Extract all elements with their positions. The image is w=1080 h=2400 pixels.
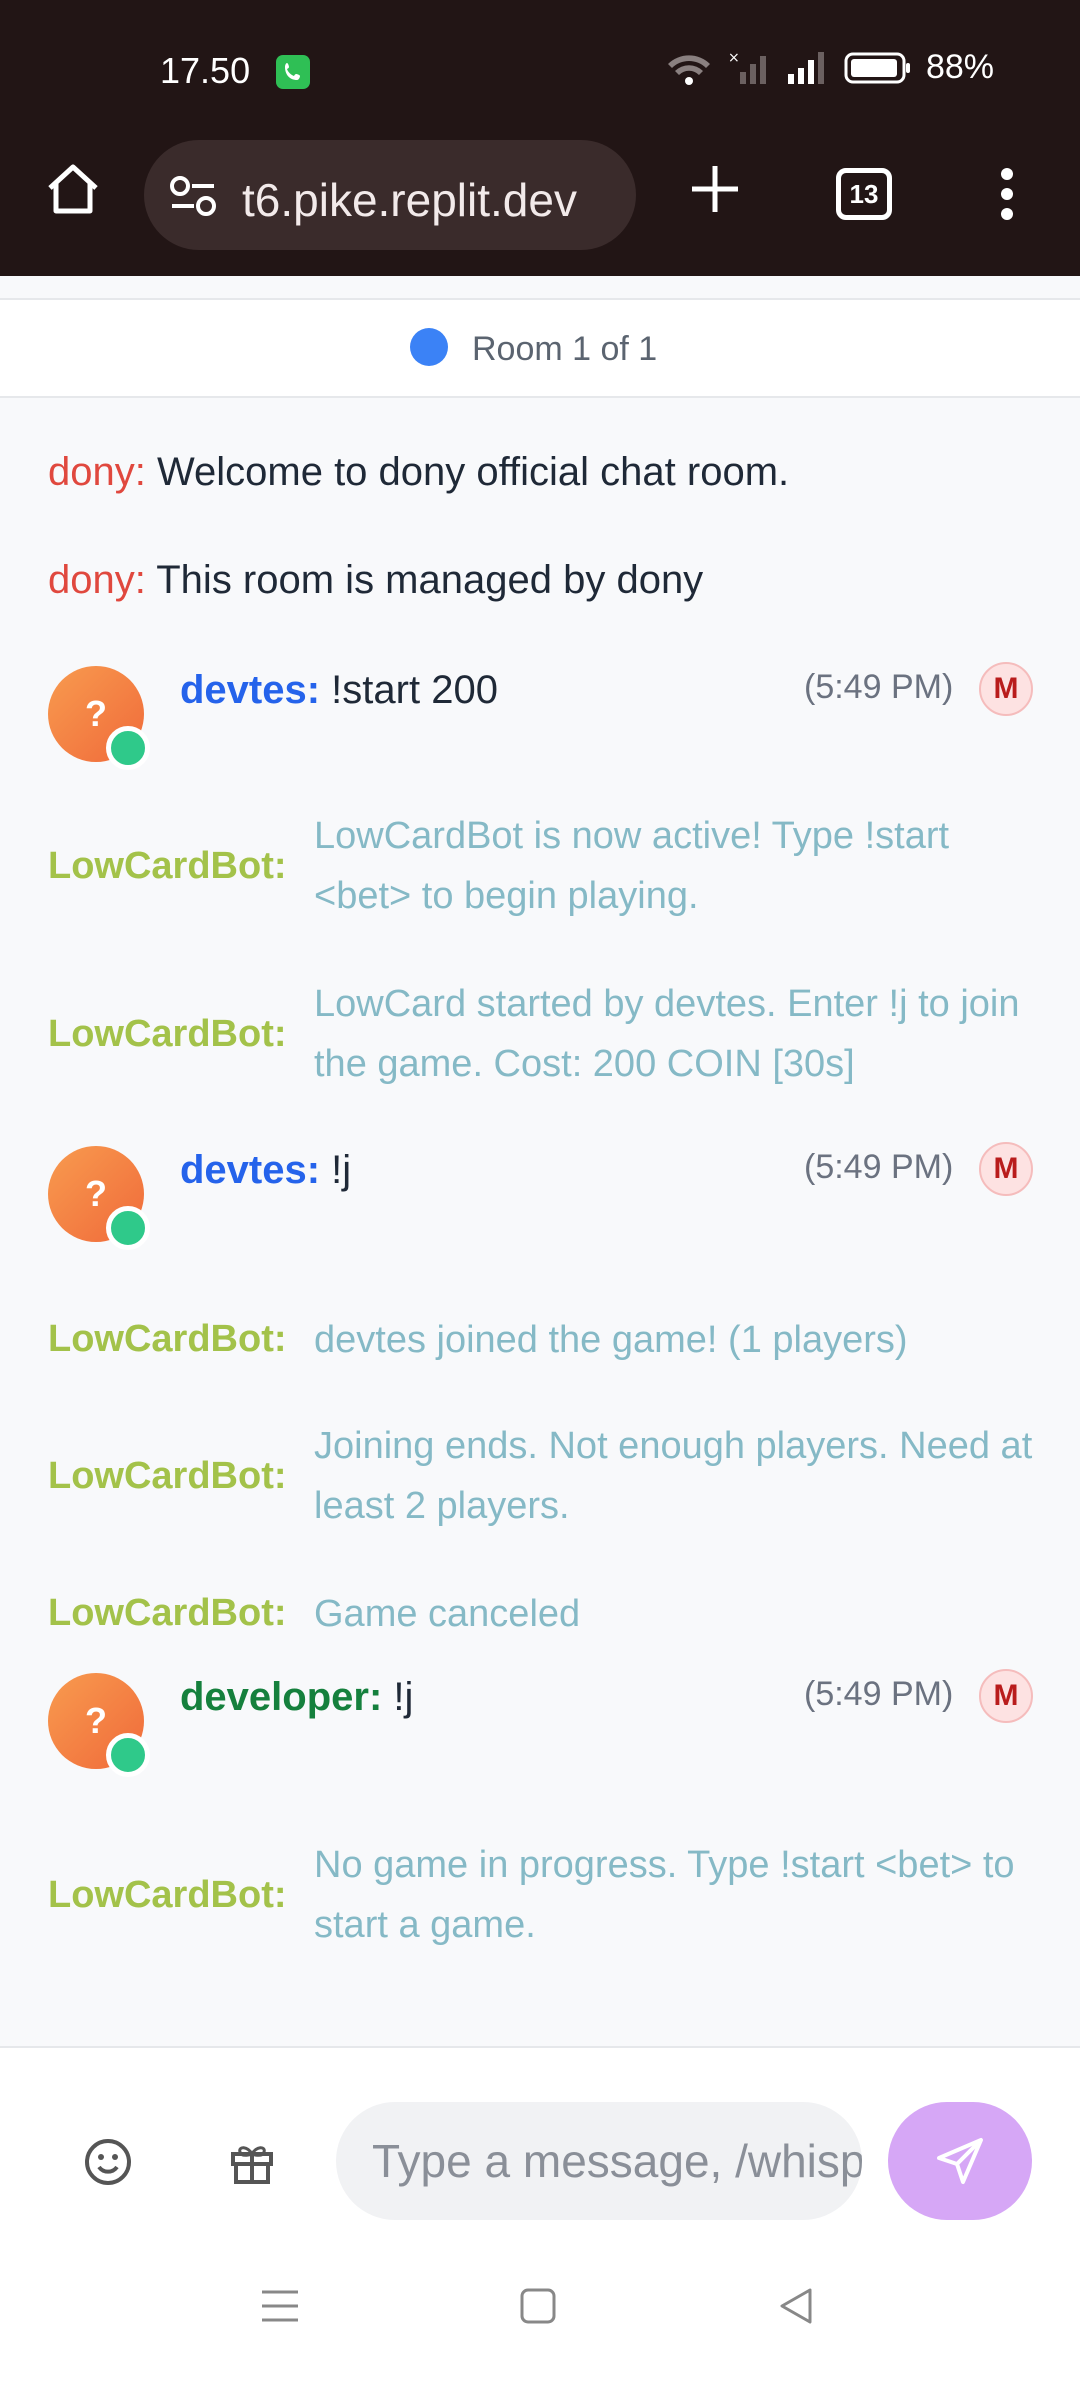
message-timestamp: (5:49 PM) (804, 668, 954, 706)
home-icon[interactable] (44, 160, 102, 223)
site-settings-icon[interactable] (168, 174, 218, 223)
message-input[interactable] (336, 2102, 862, 2220)
message-username[interactable]: devtes: (180, 1148, 320, 1192)
svg-text:×: × (728, 50, 740, 66)
message-text: !j (382, 1675, 414, 1719)
message-timestamp: (5:49 PM) (804, 1148, 954, 1186)
send-icon (937, 2138, 983, 2184)
system-icons: × 88% (664, 48, 994, 87)
room-label: Room 1 of 1 (472, 330, 658, 368)
bot-username: LowCardBot: (48, 1455, 287, 1497)
user-message: developer: !j (180, 1675, 413, 1720)
message-text: This room is managed by dony (145, 558, 704, 602)
address-bar[interactable]: t6.pike.replit.dev (144, 140, 636, 250)
gift-icon[interactable] (226, 2136, 278, 2193)
chat-messages: dony: Welcome to dony official chat room… (0, 400, 1080, 2045)
bot-username: LowCardBot: (48, 1013, 287, 1055)
room-indicator: Room 1 of 1 (0, 298, 1080, 398)
bot-message-text: Joining ends. Not enough players. Need a… (314, 1425, 1033, 1527)
message-composer (0, 2046, 1080, 2236)
bot-username: LowCardBot: (48, 1874, 287, 1916)
online-status-icon (106, 1733, 150, 1777)
signal-2-icon (787, 51, 824, 84)
more-menu-icon[interactable] (992, 164, 1022, 229)
message-username[interactable]: developer: (180, 1675, 382, 1719)
system-message: dony: This room is managed by dony (48, 558, 703, 603)
status-bar: 17.50 × 88% (0, 0, 1080, 140)
new-tab-icon[interactable] (688, 162, 742, 221)
wifi-icon (667, 54, 710, 85)
bot-message-text: devtes joined the game! (1 players) (314, 1319, 908, 1361)
url-text: t6.pike.replit.dev (242, 174, 577, 226)
message-timestamp: (5:49 PM) (804, 1675, 954, 1713)
recent-apps-icon[interactable] (260, 2286, 300, 2326)
emoji-icon[interactable] (82, 2136, 134, 2193)
call-icon (276, 55, 310, 89)
user-message: devtes: !start 200 (180, 668, 498, 713)
bot-message-text: LowCardBot is now active! Type !start <b… (314, 815, 950, 917)
mod-badge: M (979, 662, 1033, 716)
send-button[interactable] (888, 2102, 1032, 2220)
room-dot-icon (410, 328, 448, 366)
tab-switcher-button[interactable]: 13 (836, 168, 892, 220)
battery-icon (844, 52, 910, 83)
bot-message-text: Game canceled (314, 1593, 581, 1635)
bot-message-text: LowCard started by devtes. Enter !j to j… (314, 983, 1020, 1085)
message-username: dony: (48, 450, 146, 494)
message-username[interactable]: devtes: (180, 668, 320, 712)
status-time: 17.50 (160, 50, 251, 91)
home-nav-icon[interactable] (518, 2286, 558, 2326)
user-message: devtes: !j (180, 1148, 351, 1193)
online-status-icon (106, 1206, 150, 1250)
system-nav-bar (0, 2236, 1080, 2400)
system-message: dony: Welcome to dony official chat room… (48, 450, 789, 495)
message-text: !j (320, 1148, 352, 1192)
browser-toolbar: t6.pike.replit.dev 13 (0, 140, 1080, 276)
back-nav-icon[interactable] (776, 2286, 816, 2326)
bot-username: LowCardBot: (48, 1318, 287, 1360)
bot-username: LowCardBot: (48, 845, 287, 887)
message-username: dony: (48, 558, 146, 602)
battery-percent: 88% (925, 48, 994, 86)
message-text: Welcome to dony official chat room. (145, 450, 790, 494)
signal-1-icon: × (728, 50, 766, 84)
bot-message-text: No game in progress. Type !start <bet> t… (314, 1844, 1015, 1946)
mod-badge: M (979, 1669, 1033, 1723)
online-status-icon (106, 726, 150, 770)
message-text: !start 200 (320, 668, 498, 712)
mod-badge: M (979, 1142, 1033, 1196)
bot-username: LowCardBot: (48, 1592, 287, 1634)
